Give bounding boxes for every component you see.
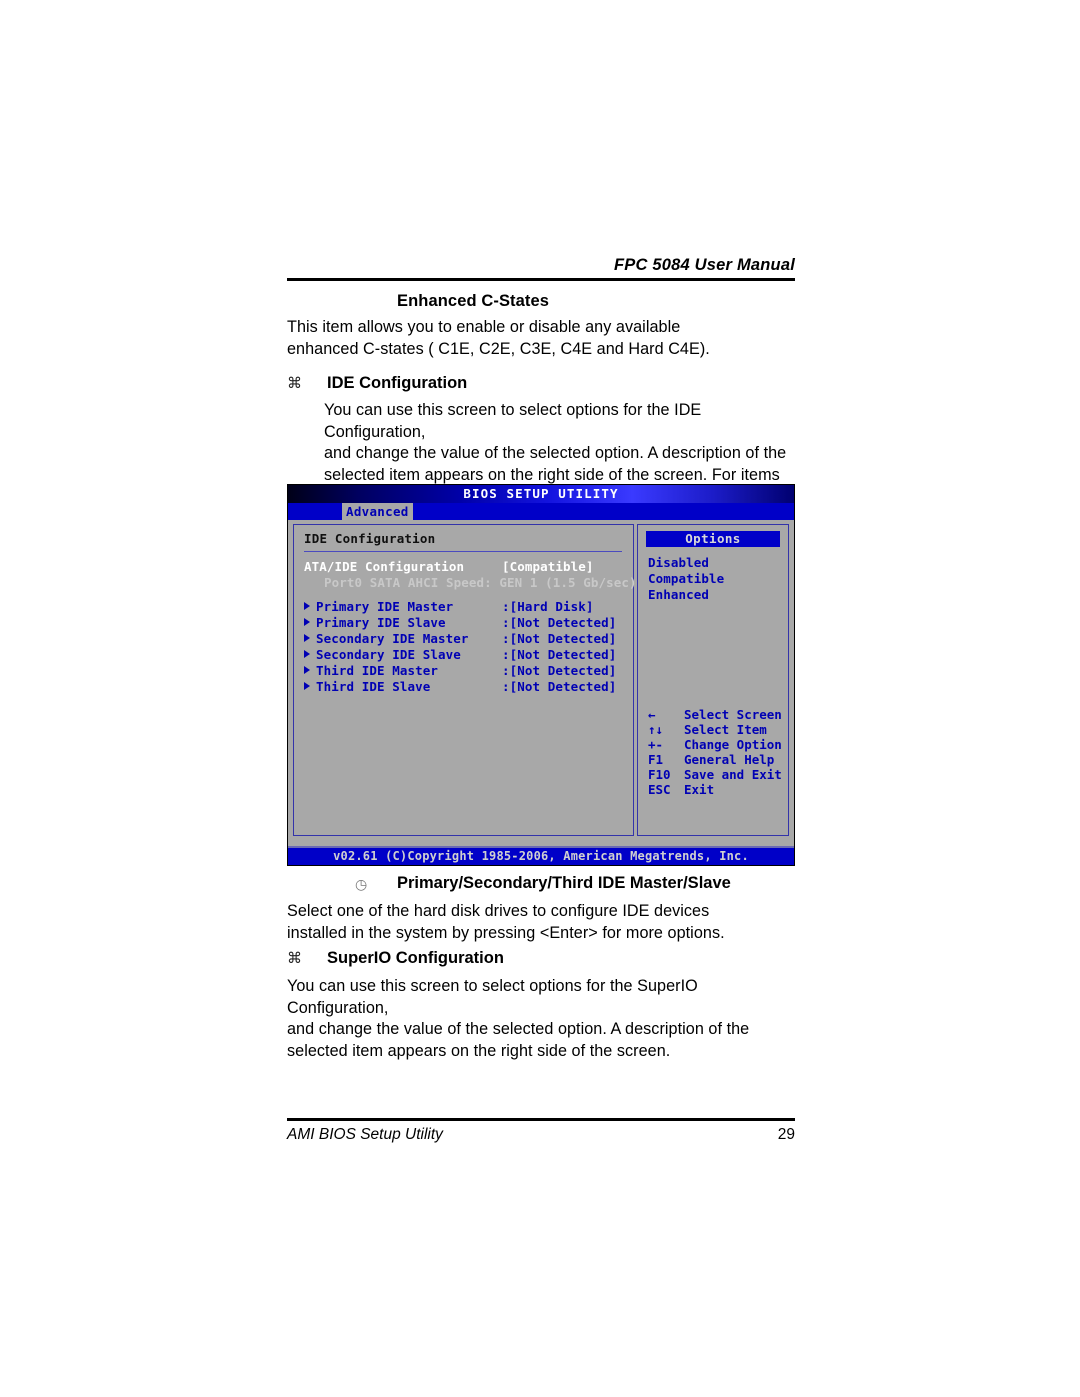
bios-body: IDE Configuration ATA/IDE Configuration … — [288, 520, 794, 848]
page-header: FPC 5084 User Manual — [287, 256, 795, 281]
section-superio-configuration: ⌘ SuperIO Configuration You can use this… — [287, 949, 803, 1062]
bios-copyright: v02.61 (C)Copyright 1985-2006, American … — [288, 848, 794, 865]
bios-nav-select-screen: ← Select Screen — [638, 707, 788, 722]
bios-option-disabled[interactable]: Disabled — [648, 555, 709, 570]
primary-secondary-third-body: Select one of the hard disk drives to co… — [287, 902, 725, 942]
bios-item-value: :[Hard Disk] — [502, 599, 594, 614]
bios-nav-key: F10 — [648, 767, 671, 782]
bios-item-value: :[Not Detected] — [502, 679, 617, 694]
bios-item-value: :[Not Detected] — [502, 663, 617, 678]
bios-item-label: Secondary IDE Master — [316, 631, 469, 646]
bios-nav-key: ↑↓ — [648, 722, 664, 737]
bios-options-heading: Options — [646, 531, 780, 547]
clock-bullet-icon: ◷ — [355, 876, 368, 892]
bios-nav-change-option: +- Change Option — [638, 737, 788, 752]
bios-nav-key: F1 — [648, 752, 664, 767]
enhanced-cstates-heading: Enhanced C-States — [397, 292, 550, 310]
bios-nav-desc: General Help — [684, 752, 775, 767]
bios-titlebar: BIOS SETUP UTILITY — [288, 485, 794, 503]
bios-nav-general-help: F1 General Help — [638, 752, 788, 767]
bios-panel-rule — [304, 551, 622, 552]
bios-setup-screenshot: BIOS SETUP UTILITY Advanced IDE Configur… — [287, 484, 795, 866]
bios-item-primary-ide-slave[interactable]: Primary IDE Slave :[Not Detected] — [294, 615, 633, 631]
page-number: 29 — [777, 1126, 795, 1143]
bios-item-label: Secondary IDE Slave — [316, 647, 461, 662]
bios-nav-select-item: ↑↓ Select Item — [638, 722, 788, 737]
triangle-right-icon — [304, 634, 310, 642]
primary-secondary-third-heading-row: ◷ Primary/Secondary/Third IDE Master/Sla… — [287, 874, 803, 896]
bios-nav-key: ESC — [648, 782, 671, 797]
footer-label: AMI BIOS Setup Utility — [287, 1126, 443, 1143]
primary-secondary-third-heading: Primary/Secondary/Third IDE Master/Slave — [397, 874, 731, 892]
ide-configuration-heading: IDE Configuration — [327, 374, 468, 392]
bios-nav-key: +- — [648, 737, 664, 752]
bios-item-secondary-ide-master[interactable]: Secondary IDE Master :[Not Detected] — [294, 631, 633, 647]
manual-title: FPC 5084 User Manual — [614, 256, 795, 274]
bios-nav-desc: Select Screen — [684, 707, 782, 722]
bios-item-label: Primary IDE Master — [316, 599, 454, 614]
bios-option-compatible[interactable]: Compatible — [648, 571, 724, 586]
bios-item-value: :[Not Detected] — [502, 647, 617, 662]
triangle-right-icon — [304, 618, 310, 626]
superio-configuration-heading-row: ⌘ SuperIO Configuration — [287, 949, 803, 972]
header-rule — [287, 278, 795, 281]
ide-configuration-heading-row: ⌘ IDE Configuration — [287, 374, 803, 396]
section-enhanced-cstates: Enhanced C-States This item allows you t… — [287, 292, 795, 360]
bios-nav-desc: Select Item — [684, 722, 767, 737]
bios-nav-desc: Save and Exit — [684, 767, 782, 782]
bios-option-enhanced[interactable]: Enhanced — [648, 587, 709, 602]
triangle-right-icon — [304, 650, 310, 658]
enhanced-cstates-body: This item allows you to enable or disabl… — [287, 318, 710, 358]
bios-row-value: [Compatible] — [502, 559, 594, 574]
bios-item-label: Primary IDE Slave — [316, 615, 446, 630]
triangle-right-icon — [304, 666, 310, 674]
bios-row-ata-ide-configuration[interactable]: ATA/IDE Configuration [Compatible] — [294, 559, 633, 575]
bios-item-label: Third IDE Master — [316, 663, 439, 678]
bios-menubar: Advanced — [288, 503, 794, 520]
superio-configuration-heading: SuperIO Configuration — [327, 949, 504, 967]
bios-panel-title: IDE Configuration — [304, 531, 436, 546]
bios-item-secondary-ide-slave[interactable]: Secondary IDE Slave :[Not Detected] — [294, 647, 633, 663]
triangle-right-icon — [304, 682, 310, 690]
bios-item-label: Third IDE Slave — [316, 679, 431, 694]
command-bullet-icon: ⌘ — [287, 375, 302, 392]
bios-right-panel: Options Disabled Compatible Enhanced ← S… — [637, 524, 789, 836]
manual-page: FPC 5084 User Manual Enhanced C-States T… — [0, 0, 1080, 1397]
bios-left-panel: IDE Configuration ATA/IDE Configuration … — [293, 524, 637, 836]
bios-item-third-ide-slave[interactable]: Third IDE Slave :[Not Detected] — [294, 679, 633, 695]
bios-row-label: ATA/IDE Configuration — [304, 559, 465, 574]
bios-item-primary-ide-master[interactable]: Primary IDE Master :[Hard Disk] — [294, 599, 633, 615]
bios-tab-advanced[interactable]: Advanced — [342, 503, 413, 520]
section-primary-secondary-third: ◷ Primary/Secondary/Third IDE Master/Sla… — [287, 874, 803, 944]
bios-nav-save-and-exit: F10 Save and Exit — [638, 767, 788, 782]
triangle-right-icon — [304, 602, 310, 610]
bios-nav-desc: Change Option — [684, 737, 782, 752]
bios-row-port0-speed: Port0 SATA AHCI Speed: GEN 1 (1.5 Gb/sec… — [294, 575, 637, 591]
bios-item-value: :[Not Detected] — [502, 615, 617, 630]
superio-configuration-body: You can use this screen to select option… — [287, 977, 750, 1060]
bios-nav-key: ← — [648, 707, 656, 722]
bios-item-third-ide-master[interactable]: Third IDE Master :[Not Detected] — [294, 663, 633, 679]
footer-content: AMI BIOS Setup Utility 29 — [287, 1121, 795, 1148]
bios-item-value: :[Not Detected] — [502, 631, 617, 646]
bios-nav-exit: ESC Exit — [638, 782, 788, 797]
bios-row-label: Port0 SATA AHCI Speed: GEN 1 (1.5 Gb/sec… — [324, 575, 637, 590]
bios-nav-desc: Exit — [684, 782, 715, 797]
bios-title: BIOS SETUP UTILITY — [463, 486, 619, 501]
command-bullet-icon: ⌘ — [287, 950, 302, 967]
page-footer: AMI BIOS Setup Utility 29 — [287, 1118, 795, 1148]
